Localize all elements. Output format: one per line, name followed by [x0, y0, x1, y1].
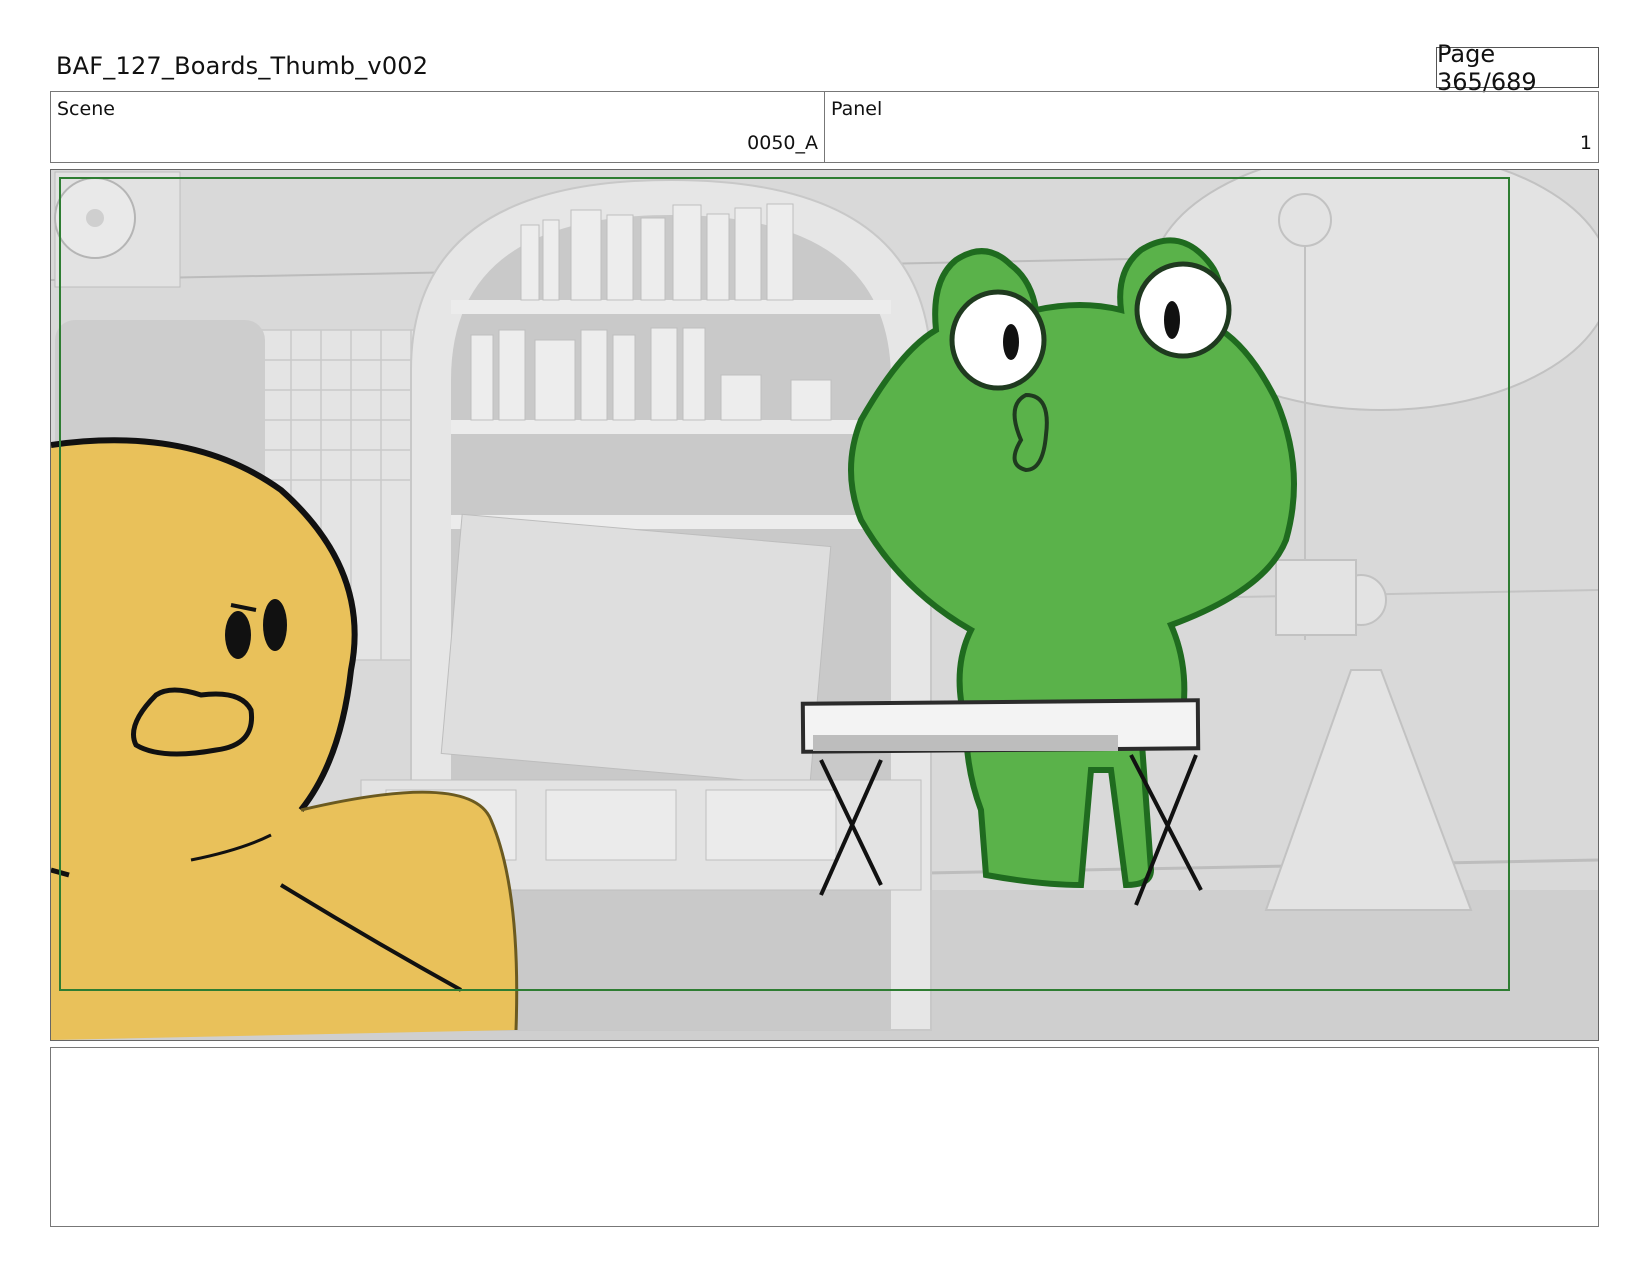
- fan-icon: [54, 171, 181, 288]
- page-counter: Page 365/689: [1436, 40, 1599, 96]
- storyboard-frame: [50, 169, 1599, 1041]
- document-title: BAF_127_Boards_Thumb_v002: [56, 52, 429, 80]
- panel-label: Panel: [831, 98, 883, 120]
- scene-label: Scene: [57, 98, 115, 120]
- panel-cell: Panel 1: [825, 92, 1598, 162]
- notes-area: [50, 1047, 1599, 1227]
- scene-value: 0050_A: [747, 132, 818, 154]
- storyboard-illustration: [51, 170, 1598, 1040]
- scene-panel-info: Scene 0050_A Panel 1: [50, 91, 1599, 163]
- panel-value: 1: [1579, 132, 1592, 154]
- scene-cell: Scene 0050_A: [51, 92, 825, 162]
